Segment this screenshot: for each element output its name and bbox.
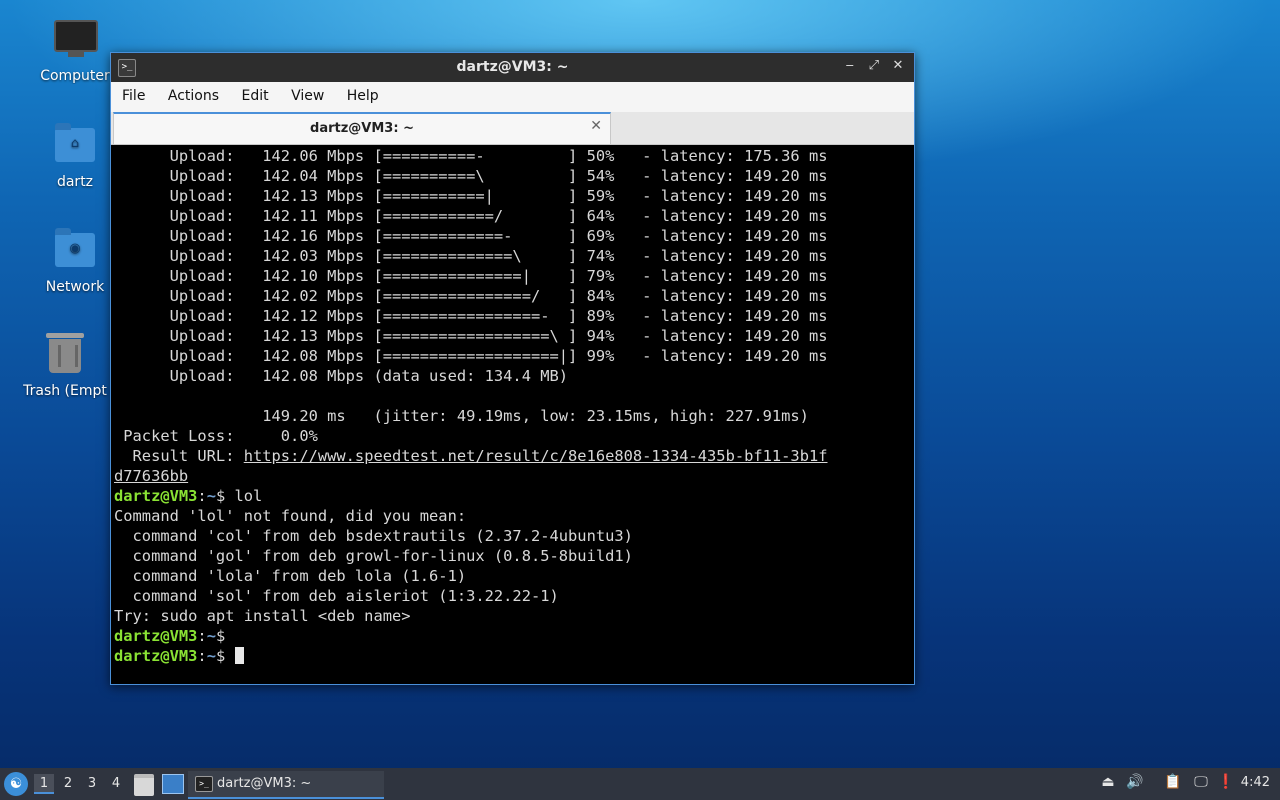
menu-help[interactable]: Help [340,82,386,104]
terminal-line: Upload: 142.03 Mbps [==============\ ] 7… [114,247,828,265]
result-url-link-cont[interactable]: d77636bb [114,467,188,485]
text-cursor [234,647,244,664]
desktop-icon-trash[interactable]: Trash (Empt [20,333,110,399]
tab-bar: dartz@VM3: ~ ✕ [111,112,914,145]
workspace-2[interactable]: 2 [58,774,78,794]
home-folder-icon: ⌂ [52,123,98,168]
terminal-line: Upload: 142.06 Mbps [==========- ] 50% -… [114,147,828,165]
trash-icon [42,333,88,377]
taskbar: ☯ 1 2 3 4 >_ dartz@VM3: ~ ⏏ 🔊 📋 🖵 ❗ 4:42 [0,768,1280,800]
prompt-user: dartz@VM3 [114,647,198,665]
prompt-path: ~ [206,647,216,665]
workspace-3[interactable]: 3 [82,774,102,794]
terminal-line: Upload: 142.08 Mbps (data used: 134.4 MB… [114,367,569,385]
terminal-line: Upload: 142.13 Mbps [===========| ] 59% … [114,187,828,205]
terminal-line: command 'sol' from deb aisleriot (1:3.22… [114,587,559,605]
prompt-user: dartz@VM3 [114,627,198,645]
prompt-line: dartz@VM3:~$ lol [114,486,911,506]
prompt-path: ~ [206,487,216,505]
menu-file[interactable]: File [115,82,152,104]
terminal-line: Upload: 142.04 Mbps [==========\ ] 54% -… [114,167,828,185]
workspace-4[interactable]: 4 [106,774,126,794]
minimize-button[interactable]: ‒ [840,58,860,73]
clock[interactable]: 4:42 [1241,775,1270,790]
menu-actions[interactable]: Actions [161,82,226,104]
taskbar-task-terminal[interactable]: >_ dartz@VM3: ~ [188,771,384,799]
terminal-line: Upload: 142.08 Mbps [===================… [114,347,828,365]
terminal-line: command 'lola' from deb lola (1.6-1) [114,567,467,585]
prompt-user: dartz@VM3 [114,487,198,505]
terminal-window[interactable]: >_ dartz@VM3: ~ ‒ ⤢ ✕ File Actions Edit … [110,52,915,685]
prompt-path: ~ [206,627,216,645]
computer-icon [52,18,98,62]
maximize-button[interactable]: ⤢ [864,58,884,73]
prompt-sep: : [197,487,207,505]
tab-close-icon[interactable]: ✕ [590,118,602,134]
typed-command: lol [234,487,263,505]
eject-icon[interactable]: ⏏ [1098,774,1118,794]
network-folder-icon: ◉ [52,228,98,273]
result-url-line: Result URL: https://www.speedtest.net/re… [114,446,911,466]
terminal-line: Upload: 142.11 Mbps [============/ ] 64%… [114,207,828,225]
result-url-line-wrap: d77636bb [114,466,911,486]
terminal-line: Upload: 142.12 Mbps [=================- … [114,307,828,325]
window-titlebar[interactable]: >_ dartz@VM3: ~ ‒ ⤢ ✕ [111,53,914,82]
terminal-line: Packet Loss: 0.0% [114,427,318,445]
task-label: dartz@VM3: ~ [217,776,312,791]
window-title: dartz@VM3: ~ [456,59,569,75]
terminal-icon: >_ [195,776,213,792]
terminal-line: Command 'lol' not found, did you mean: [114,507,467,525]
prompt-dollar: $ [215,487,235,505]
start-menu-icon[interactable]: ☯ [4,772,28,796]
prompt-sep: : [197,647,207,665]
prompt-sep: : [197,627,207,645]
terminal-line: command 'col' from deb bsdextrautils (2.… [114,527,633,545]
menu-view[interactable]: View [284,82,331,104]
workspace-1[interactable]: 1 [34,774,54,794]
terminal-line: Upload: 142.02 Mbps [================/ ]… [114,287,828,305]
terminal-line: command 'gol' from deb growl-for-linux (… [114,547,633,565]
terminal-line: 149.20 ms (jitter: 49.19ms, low: 23.15ms… [114,407,809,425]
desktop-icon-label: Trash (Empt [23,383,107,399]
tab-terminal[interactable]: dartz@VM3: ~ ✕ [113,112,611,144]
menubar: File Actions Edit View Help [111,82,914,112]
terminal-line: Upload: 142.13 Mbps [==================\… [114,327,828,345]
terminal-line: Upload: 142.16 Mbps [=============- ] 69… [114,227,828,245]
terminal-line: Upload: 142.10 Mbps [===============| ] … [114,267,828,285]
show-desktop-icon[interactable] [162,774,184,794]
terminal-output[interactable]: Upload: 142.06 Mbps [==========- ] 50% -… [111,145,914,684]
menu-edit[interactable]: Edit [234,82,275,104]
file-manager-icon[interactable] [134,774,154,796]
volume-icon[interactable]: 🔊 [1124,774,1146,794]
result-url-label: Result URL: [114,447,244,465]
active-prompt-line[interactable]: dartz@VM3:~$ [114,646,911,666]
network-icon[interactable]: 🖵 [1190,774,1212,794]
notification-icon[interactable]: ❗ [1216,774,1236,794]
prompt-dollar: $ [215,627,235,645]
result-url-link[interactable]: https://www.speedtest.net/result/c/8e16e… [244,447,828,465]
prompt-dollar: $ [215,647,235,665]
tab-label: dartz@VM3: ~ [310,121,414,136]
clipboard-icon[interactable]: 📋 [1162,774,1184,794]
terminal-line: Try: sudo apt install <deb name> [114,607,411,625]
prompt-line: dartz@VM3:~$ [114,626,911,646]
close-button[interactable]: ✕ [888,58,908,73]
